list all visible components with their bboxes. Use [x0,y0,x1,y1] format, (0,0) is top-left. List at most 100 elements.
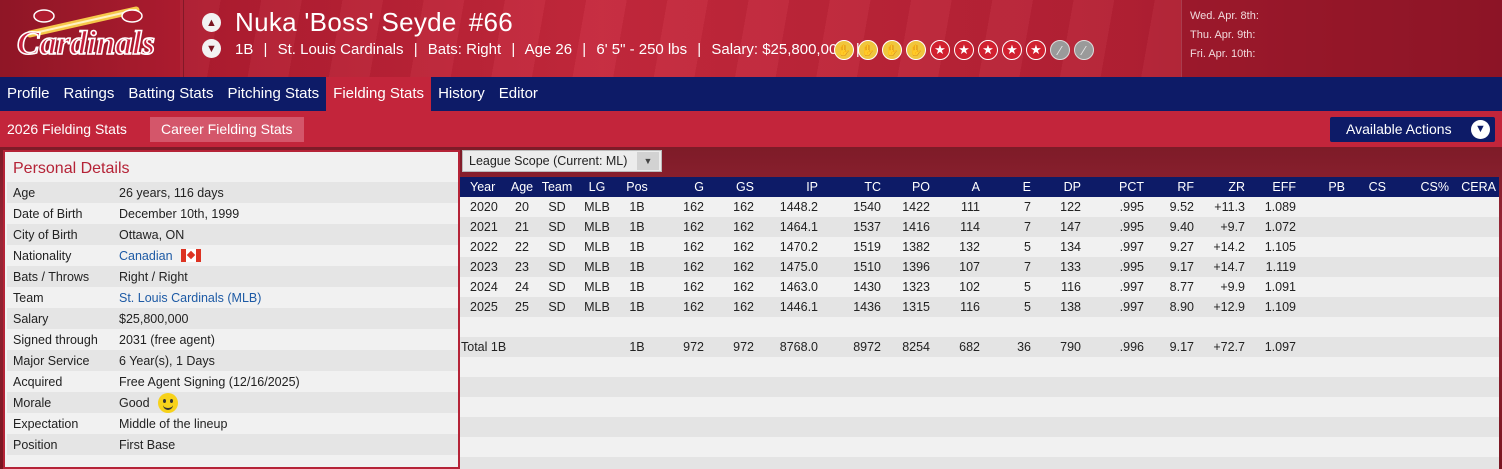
table-row: 2022 22 SD MLB 1B 162 162 1470.2 1519 1382 132 5 134… [460,237,1499,257]
column-header-cs-pct[interactable]: CS% [1421,177,1449,197]
glove-icon: ✋ [882,40,902,60]
column-header-cera[interactable]: CERA [1461,177,1496,197]
table-cell: 162 [733,260,754,274]
column-header-a[interactable]: A [972,177,980,197]
league-scope-label: League Scope (Current: ML) [469,154,628,168]
detail-row-signed-through: Signed through 2031 (free agent) [13,332,215,347]
chevron-up-icon: ▲ [206,16,217,29]
chevron-down-icon: ▼ [637,152,659,170]
table-cell: .997 [1119,280,1144,294]
table-cell: 22 [515,240,529,254]
column-header-zr[interactable]: ZR [1228,177,1245,197]
nationality-link[interactable]: Canadian [119,249,173,263]
table-cell: 133 [1060,260,1081,274]
table-row-empty [460,457,1499,469]
table-cell: .995 [1119,260,1144,274]
column-header-pb[interactable]: PB [1328,177,1345,197]
column-header-cs[interactable]: CS [1369,177,1386,197]
table-cell: 1.109 [1264,300,1296,314]
column-header-team[interactable]: Team [542,177,573,197]
star-icon: ★ [954,40,974,60]
next-player-button[interactable]: ▼ [202,39,221,58]
table-cell: 2025 [470,300,498,314]
table-cell: 162 [683,300,704,314]
team-link[interactable]: St. Louis Cardinals (MLB) [119,291,261,305]
table-cell: +11.3 [1214,200,1245,214]
table-cell: 7 [1024,200,1031,214]
player-info: 1B | St. Louis Cardinals | Bats: Right |… [235,41,860,58]
glove-icon: ✋ [858,40,878,60]
schedule-item: Thu. Apr. 9th: [1190,29,1256,41]
table-cell: 134 [1060,240,1081,254]
tab-editor[interactable]: Editor [492,77,545,111]
table-row-empty [460,437,1499,457]
table-cell: 9.17 [1169,260,1194,274]
column-header-year[interactable]: Year [470,177,495,197]
table-cell: 8254 [902,340,930,354]
detail-row-city: City of Birth Ottawa, ON [7,224,458,245]
column-header-dp[interactable]: DP [1064,177,1081,197]
table-row-empty [460,317,1499,337]
table-cell: 1463.0 [779,280,818,294]
table-cell: SD [548,280,566,294]
tab-fielding-stats[interactable]: Fielding Stats [326,77,432,111]
table-cell: 5 [1024,280,1031,294]
table-cell: 1422 [902,200,930,214]
column-header-eff[interactable]: EFF [1272,177,1296,197]
tab-pitching-stats[interactable]: Pitching Stats [220,77,326,111]
tab-ratings[interactable]: Ratings [57,77,122,111]
table-cell: 1475.0 [779,260,818,274]
player-height-weight: 6' 5" - 250 lbs [596,41,688,58]
table-cell: 107 [959,260,980,274]
tab-career-fielding-stats[interactable]: Career Fielding Stats [150,117,304,142]
table-row: 2025 25 SD MLB 1B 162 162 1446.1 1436 1315 116 5 138… [460,297,1499,317]
column-header-g[interactable]: G [694,177,704,197]
column-header-lg[interactable]: LG [589,177,606,197]
table-cell: +12.9 [1213,300,1245,314]
table-cell: 9.17 [1169,340,1194,354]
available-actions-button[interactable]: Available Actions ▼ [1330,117,1495,142]
tab-batting-stats[interactable]: Batting Stats [121,77,220,111]
table-cell: 9.27 [1169,240,1194,254]
column-header-ip[interactable]: IP [806,177,818,197]
table-cell: 7 [1024,220,1031,234]
tab-2026-fielding-stats[interactable]: 2026 Fielding Stats [0,117,134,142]
table-cell: .997 [1119,240,1144,254]
team-logo: Cardinals [16,6,156,63]
table-cell: 132 [959,240,980,254]
table-cell: 2023 [470,260,498,274]
table-row-empty [460,377,1499,397]
table-cell: 1382 [902,240,930,254]
table-cell: 1.105 [1264,240,1296,254]
player-header: Cardinals ▲ ▼ Nuka 'Boss' Seyde #66 1B | … [0,0,1502,77]
tab-profile[interactable]: Profile [0,77,57,111]
detail-row-team: Team St. Louis Cardinals (MLB) [13,290,262,305]
table-cell: 1B [629,340,645,354]
table-cell: 162 [683,280,704,294]
star-icon: ★ [1002,40,1022,60]
chevron-down-icon: ▼ [1471,120,1490,139]
table-cell: 1.091 [1264,280,1296,294]
column-header-gs[interactable]: GS [736,177,754,197]
table-header: Year Age Team LG Pos G GS IP TC PO A E DP PCT RF ZR EFF P… [460,177,1499,197]
previous-player-button[interactable]: ▲ [202,13,221,32]
tab-history[interactable]: History [431,77,492,111]
table-cell: 122 [1060,200,1081,214]
league-scope-dropdown[interactable]: League Scope (Current: ML) ▼ [462,150,662,172]
table-cell: 116 [960,300,980,314]
column-header-e[interactable]: E [1023,177,1031,197]
column-header-po[interactable]: PO [912,177,930,197]
column-header-age[interactable]: Age [511,177,533,197]
table-cell: 1B [629,300,645,314]
column-header-pct[interactable]: PCT [1119,177,1144,197]
column-header-pos[interactable]: Pos [626,177,648,197]
detail-row-nationality: Nationality Canadian [7,245,458,266]
table-cell: .996 [1119,340,1144,354]
table-cell: SD [548,260,566,274]
table-cell: 1B [629,200,645,214]
table-cell: MLB [584,240,610,254]
column-header-tc[interactable]: TC [864,177,881,197]
column-header-rf[interactable]: RF [1177,177,1194,197]
canada-flag-icon [180,249,201,262]
table-cell: 116 [1061,280,1081,294]
